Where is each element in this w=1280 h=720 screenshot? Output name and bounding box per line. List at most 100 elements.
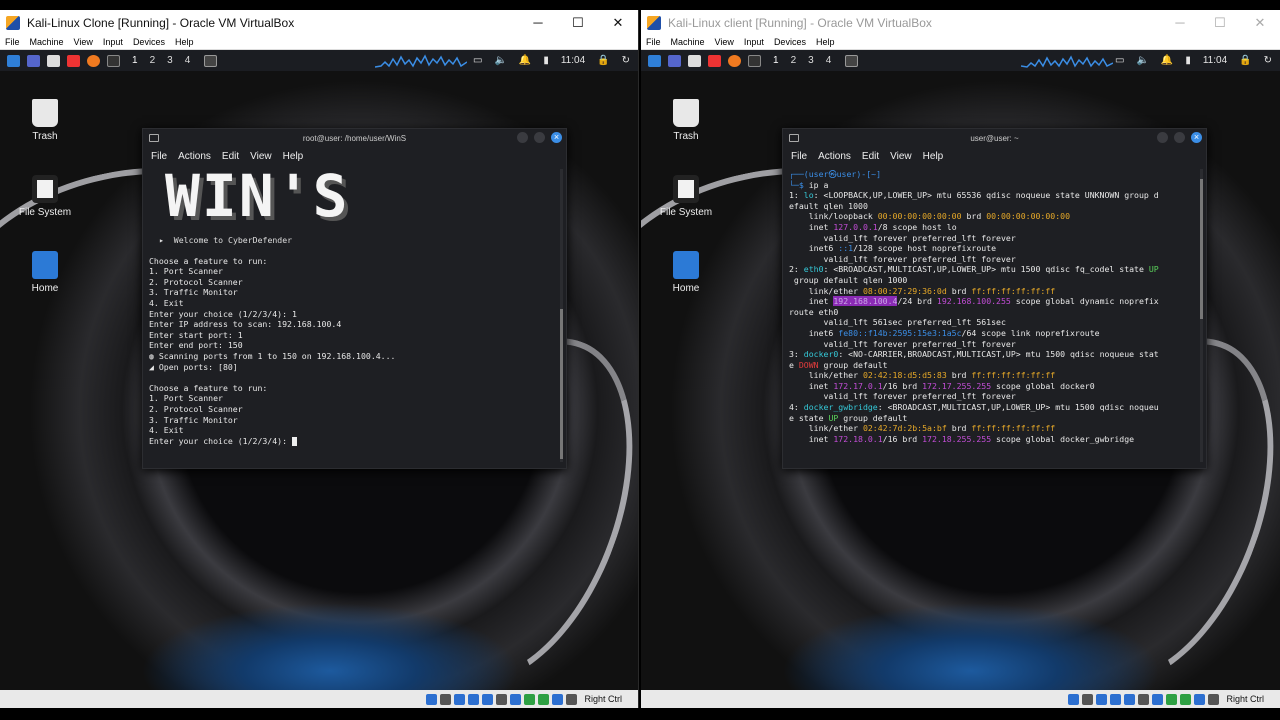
scrollbar-thumb[interactable] [1200,179,1203,319]
shared-folder-icon[interactable] [496,693,508,705]
menu-view[interactable]: View [250,151,272,162]
keyboard-icon[interactable] [1208,693,1220,705]
workspace-3[interactable]: 3 [167,55,173,66]
display-icon[interactable]: ▭ [473,55,482,66]
firefox-icon[interactable] [87,54,100,67]
text-editor-icon[interactable] [708,54,721,67]
menu-view[interactable]: View [890,151,912,162]
menu-file[interactable]: File [791,151,807,162]
workspace-2[interactable]: 2 [791,55,797,66]
menu-input[interactable]: Input [103,37,123,47]
lock-icon[interactable]: 🔒 [597,55,609,66]
audio-icon[interactable] [1096,693,1108,705]
file-manager-icon[interactable] [47,54,60,67]
workspace-4[interactable]: 4 [826,55,832,66]
mouse-integration-icon[interactable] [552,693,564,705]
usb-icon[interactable] [482,693,494,705]
menu-file[interactable]: File [5,37,20,47]
terminal-icon[interactable] [107,54,120,67]
scrollbar[interactable] [1200,169,1203,462]
clock[interactable]: 11:04 [561,55,585,66]
menu-devices[interactable]: Devices [133,37,165,47]
refresh-icon[interactable]: ↻ [1264,55,1272,66]
lock-icon[interactable]: 🔒 [1239,55,1251,66]
workspace-3[interactable]: 3 [808,55,814,66]
desktop-icon-filesystem[interactable]: File System [0,175,90,218]
menu-help[interactable]: Help [923,151,944,162]
audio-icon[interactable] [454,693,466,705]
menu-actions[interactable]: Actions [818,151,851,162]
desktop-icon-home[interactable]: Home [641,251,731,294]
menu-help[interactable]: Help [283,151,304,162]
vm-titlebar[interactable]: Kali-Linux Clone [Running] - Oracle VM V… [0,10,638,35]
terminal-window[interactable]: root@user: /home/user/WinS × File Action… [142,128,567,469]
refresh-icon[interactable]: ↻ [622,55,630,66]
terminal-icon[interactable] [748,54,761,67]
minimize-button[interactable] [517,132,528,143]
terminal-output[interactable]: ┌──(user㉿user)-[~] └─$ ip a 1: lo: <LOOPBA… [783,165,1206,461]
terminal-window[interactable]: user@user: ~ × File Actions Edit View He… [782,128,1207,469]
cpu-icon[interactable] [1180,693,1192,705]
close-button[interactable]: ✕ [1240,10,1280,35]
maximize-button[interactable]: ☐ [558,10,598,35]
workspace-2[interactable]: 2 [150,55,156,66]
desktop-icon-trash[interactable]: Trash [641,99,731,142]
recording-icon[interactable] [1166,693,1178,705]
workspace-4[interactable]: 4 [185,55,191,66]
scrollbar[interactable] [560,169,563,462]
workspace-1[interactable]: 1 [132,55,138,66]
keyboard-icon[interactable] [566,693,578,705]
desktop-icon-filesystem[interactable]: File System [641,175,731,218]
menu-view[interactable]: View [74,37,93,47]
close-button[interactable]: × [551,132,562,143]
display-icon[interactable]: ▭ [1115,55,1124,66]
cpu-icon[interactable] [538,693,550,705]
recording-icon[interactable] [524,693,536,705]
close-button[interactable]: ✕ [598,10,638,35]
terminal-task-icon[interactable] [204,54,218,67]
optical-icon[interactable] [440,693,452,705]
menu-machine[interactable]: Machine [671,37,705,47]
prompt-line[interactable]: Enter your choice (1/2/3/4): [149,436,560,447]
minimize-button[interactable]: ─ [1160,10,1200,35]
minimize-button[interactable] [1157,132,1168,143]
kali-menu-icon[interactable] [648,54,661,67]
show-desktop-icon[interactable] [27,54,40,67]
notification-icon[interactable]: 🔔 [519,55,531,66]
display-icon[interactable] [1152,693,1164,705]
network-icon[interactable] [468,693,480,705]
menu-actions[interactable]: Actions [178,151,211,162]
terminal-task-icon[interactable] [845,54,859,67]
desktop-icon-trash[interactable]: Trash [0,99,90,142]
menu-file[interactable]: File [151,151,167,162]
firefox-icon[interactable] [728,54,741,67]
optical-icon[interactable] [1082,693,1094,705]
menu-edit[interactable]: Edit [862,151,879,162]
mouse-integration-icon[interactable] [1194,693,1206,705]
show-desktop-icon[interactable] [668,54,681,67]
menu-edit[interactable]: Edit [222,151,239,162]
volume-icon[interactable]: 🔈 [494,55,506,66]
maximize-button[interactable] [1174,132,1185,143]
network-icon[interactable] [1110,693,1122,705]
terminal-titlebar[interactable]: root@user: /home/user/WinS × [143,129,566,147]
menu-devices[interactable]: Devices [774,37,806,47]
display-icon[interactable] [510,693,522,705]
text-editor-icon[interactable] [67,54,80,67]
close-button[interactable]: × [1191,132,1202,143]
maximize-button[interactable] [534,132,545,143]
battery-icon[interactable]: ▮ [1185,55,1191,66]
kali-menu-icon[interactable] [7,54,20,67]
maximize-button[interactable]: ☐ [1200,10,1240,35]
workspace-1[interactable]: 1 [773,55,779,66]
scrollbar-thumb[interactable] [560,309,563,459]
vm-window-right[interactable]: Kali-Linux client [Running] - Oracle VM … [641,10,1280,708]
menu-file[interactable]: File [646,37,661,47]
hdd-icon[interactable] [426,693,438,705]
menu-input[interactable]: Input [744,37,764,47]
shared-folder-icon[interactable] [1138,693,1150,705]
file-manager-icon[interactable] [688,54,701,67]
terminal-output[interactable]: ▸ Welcome to CyberDefender Choose a featu… [143,229,566,469]
clock[interactable]: 11:04 [1203,55,1227,66]
menu-help[interactable]: Help [816,37,835,47]
